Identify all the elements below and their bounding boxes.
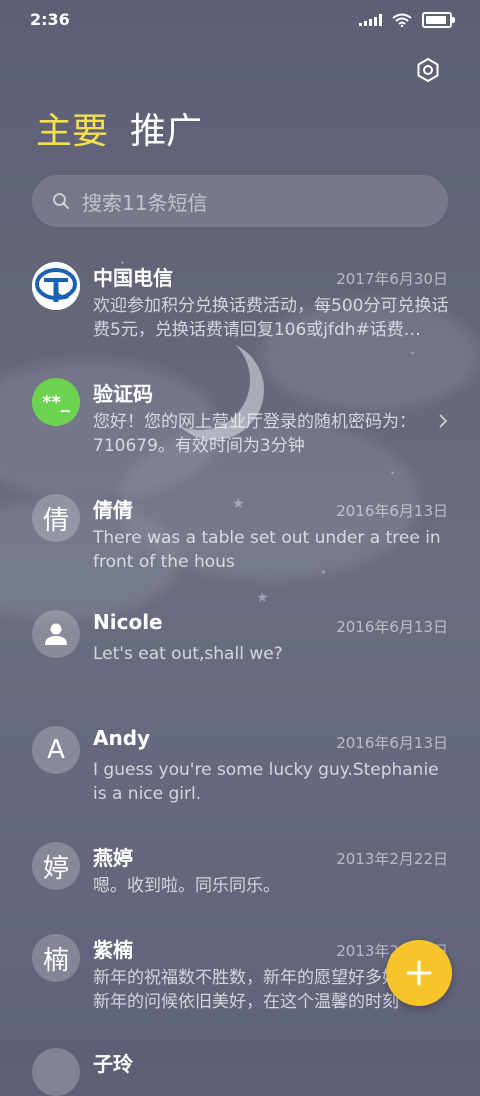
plus-icon xyxy=(406,960,432,986)
avatar-text: 倩 xyxy=(42,505,69,536)
tab-primary[interactable]: 主要 xyxy=(36,110,108,154)
avatar-text: 楠 xyxy=(42,945,69,976)
signal-icon xyxy=(359,14,382,26)
message-preview: I guess you're some lucky guy.Stephanie … xyxy=(93,760,439,804)
chevron-right-icon[interactable] xyxy=(436,414,450,428)
new-message-button[interactable] xyxy=(386,940,452,1006)
message-date: 2016年6月13日 xyxy=(336,502,448,520)
avatar-text: A xyxy=(47,735,65,765)
contact-name: 燕婷 xyxy=(93,846,133,870)
message-date: 2013年2月22日 xyxy=(336,850,448,868)
search-input[interactable]: 搜索11条短信 xyxy=(32,175,448,227)
contact-name: Andy xyxy=(93,726,151,750)
verification-code-avatar: **_ xyxy=(32,378,80,426)
avatar-text: **_ xyxy=(42,391,70,413)
search-icon xyxy=(53,193,69,209)
message-preview: There was a table set out under a tree i… xyxy=(93,528,441,572)
conversation-item[interactable]: **_ 验证码 您好！您的网上营业厅登录的随机密码为：710679。有效时间为3… xyxy=(0,362,480,478)
message-date: 2016年6月13日 xyxy=(336,618,448,636)
conversation-item[interactable]: 中国电信 2017年6月30日 欢迎参加积分兑换话费活动，每500分可兑换话费5… xyxy=(0,246,480,362)
telecom-logo-avatar xyxy=(32,262,80,310)
message-date: 2016年6月13日 xyxy=(336,734,448,752)
contact-avatar: 倩 xyxy=(32,494,80,542)
person-icon xyxy=(45,623,67,645)
conversation-item[interactable]: 婷 燕婷 2013年2月22日 嗯。收到啦。同乐同乐。 xyxy=(0,826,480,918)
settings-gear-icon[interactable] xyxy=(414,56,442,84)
conversation-item[interactable]: A Andy 2016年6月13日 I guess you're some lu… xyxy=(0,710,480,826)
message-preview: 欢迎参加积分兑换话费活动，每500分可兑换话费5元，兑换话费请回复106或jfd… xyxy=(93,296,449,340)
contact-name: 验证码 xyxy=(93,382,153,406)
contact-avatar: 婷 xyxy=(32,842,80,890)
battery-icon xyxy=(422,12,455,28)
wifi-icon xyxy=(392,13,412,27)
message-date: 2017年6月30日 xyxy=(336,270,448,288)
category-tabs: 主要 推广 xyxy=(36,110,202,154)
contact-name: 紫楠 xyxy=(93,938,133,962)
contact-name: Nicole xyxy=(93,610,163,634)
message-preview: Let's eat out,shall we? xyxy=(93,644,283,664)
conversation-item[interactable]: 倩 倩倩 2016年6月13日 There was a table set ou… xyxy=(0,478,480,594)
message-preview: 您好！您的网上营业厅登录的随机密码为：710679。有效时间为3分钟 xyxy=(93,412,416,456)
search-placeholder: 搜索11条短信 xyxy=(82,190,208,215)
tab-promotions[interactable]: 推广 xyxy=(130,110,202,154)
message-preview: 嗯。收到啦。同乐同乐。 xyxy=(93,876,280,896)
china-telecom-logo-icon xyxy=(32,262,80,310)
contact-avatar: 楠 xyxy=(32,934,80,982)
contact-avatar: A xyxy=(32,726,80,774)
conversation-item[interactable]: Nicole 2016年6月13日 Let's eat out,shall we… xyxy=(0,594,480,710)
status-bar: 2:36 xyxy=(0,0,480,40)
status-time: 2:36 xyxy=(30,10,70,29)
contact-name: 倩倩 xyxy=(93,498,133,522)
avatar-text: 婷 xyxy=(42,853,69,884)
contact-avatar xyxy=(32,610,80,658)
contact-name: 中国电信 xyxy=(93,266,173,290)
contact-name: 子玲 xyxy=(93,1052,133,1076)
conversation-item[interactable]: 子玲 xyxy=(0,1032,480,1096)
contact-avatar xyxy=(32,1048,80,1096)
